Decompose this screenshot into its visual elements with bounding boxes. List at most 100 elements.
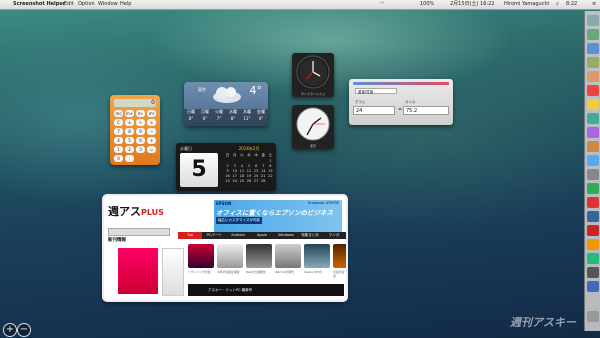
calendar-date-cell[interactable]: 21 — [260, 174, 267, 178]
calendar-date-cell[interactable]: 24 — [231, 179, 238, 183]
menu-window[interactable]: Window — [98, 0, 118, 9]
nav-tab-features[interactable]: 特集まとめ — [298, 232, 322, 239]
calendar-date-cell[interactable] — [224, 159, 231, 163]
converter-to-input[interactable]: 75.2 — [403, 106, 449, 115]
dock-app-icon[interactable] — [587, 239, 599, 250]
converter-category-select[interactable]: 重量/質量 — [355, 88, 397, 94]
dock-app-icon[interactable] — [587, 281, 599, 292]
nav-tab-pc-parts[interactable]: PCパーツ — [202, 232, 226, 239]
calendar-app-icon[interactable] — [587, 85, 599, 96]
nav-tab-android[interactable]: Android — [226, 232, 250, 239]
world-clock-widget[interactable]: 東京 — [292, 105, 334, 149]
trash-icon[interactable] — [587, 311, 599, 322]
world-clock-widget[interactable]: サンフランシスコ — [292, 53, 334, 97]
calendar-date-cell[interactable]: 23 — [224, 179, 231, 183]
site-footer-banner[interactable]: アスキー・ドットPC 最新号 — [188, 284, 344, 296]
system-preferences-icon[interactable] — [587, 169, 599, 180]
launchpad-icon[interactable] — [587, 29, 599, 40]
calc-key[interactable]: 6 — [136, 137, 145, 144]
converter-from-label[interactable]: グラム — [355, 100, 365, 105]
calendar-date-cell[interactable]: 18 — [238, 174, 245, 178]
calendar-date-cell[interactable]: 7 — [260, 164, 267, 168]
magazine-thumb-image[interactable] — [162, 248, 184, 296]
menu-option[interactable]: Option — [78, 0, 95, 9]
downloads-stack-icon[interactable] — [587, 295, 599, 306]
calc-key[interactable]: − — [147, 128, 156, 135]
calendar-date-cell[interactable]: 9 — [224, 169, 231, 173]
app-name-menu[interactable]: Screenshot Helper — [13, 0, 65, 9]
calendar-date-cell[interactable]: 1 — [267, 159, 274, 163]
calc-key[interactable]: . — [125, 155, 134, 162]
calendar-date-cell[interactable]: 14 — [260, 169, 267, 173]
notification-center-icon[interactable]: ≡ — [592, 0, 596, 9]
calendar-date-cell[interactable] — [260, 159, 267, 163]
article-thumb[interactable] — [275, 244, 301, 268]
converter-to-label[interactable]: オンス — [405, 100, 415, 105]
calc-key[interactable]: 7 — [114, 128, 123, 135]
calc-key[interactable]: C — [114, 119, 123, 126]
calendar-date-cell[interactable]: 5 — [245, 164, 252, 168]
nav-tab-windows[interactable]: Windows — [274, 232, 298, 239]
menu-help[interactable]: Help — [120, 0, 131, 9]
article-thumb[interactable] — [246, 244, 272, 268]
article-thumb[interactable] — [333, 244, 346, 268]
calendar-date-cell[interactable]: 10 — [231, 169, 238, 173]
calendar-date-cell[interactable]: 17 — [231, 174, 238, 178]
clock-text[interactable]: 2月15日(土) 16:22 — [450, 0, 494, 9]
menu-edit[interactable]: Edit — [64, 0, 74, 9]
calc-key[interactable]: mc — [114, 110, 123, 117]
weather-widget[interactable]: 東京 4° 日曜 8° 月曜 6° 火曜 7° 水曜 8° 木曜 11° 金曜 4° — [184, 82, 268, 126]
calc-key[interactable]: 8 — [125, 128, 134, 135]
site-logo[interactable]: 週アスPLUS — [108, 202, 178, 222]
article-thumb[interactable] — [217, 244, 243, 268]
calendar-date-cell[interactable] — [231, 159, 238, 163]
calendar-date-cell[interactable]: 11 — [238, 169, 245, 173]
menubar-time[interactable]: 8:22 — [566, 0, 577, 9]
calc-key[interactable]: 1 — [114, 146, 123, 153]
dock-app-icon[interactable] — [587, 183, 599, 194]
calc-key[interactable]: × — [147, 119, 156, 126]
calendar-date-cell[interactable]: 6 — [253, 164, 260, 168]
article-thumb[interactable] — [304, 244, 330, 268]
user-name[interactable]: Hiromi Yamaguchi — [504, 0, 549, 9]
calendar-date-cell[interactable]: 16 — [224, 174, 231, 178]
calc-key[interactable]: m+ — [125, 110, 134, 117]
nav-tab-manga[interactable]: マンガ — [322, 232, 346, 239]
dock-app-icon[interactable] — [587, 211, 599, 222]
calendar-date-cell[interactable] — [238, 159, 245, 163]
dock-app-icon[interactable] — [587, 197, 599, 208]
calc-key[interactable]: = — [147, 146, 156, 153]
dock-app-icon[interactable] — [587, 225, 599, 236]
calendar-date-cell[interactable]: 12 — [245, 169, 252, 173]
calc-key[interactable]: 4 — [114, 137, 123, 144]
calendar-date-cell[interactable] — [253, 159, 260, 163]
converter-from-input[interactable]: 24 — [353, 106, 395, 115]
calc-key[interactable]: 2 — [125, 146, 134, 153]
calc-key[interactable]: ÷ — [136, 119, 145, 126]
dock-app-icon[interactable] — [587, 267, 599, 278]
messages-icon[interactable] — [587, 113, 599, 124]
safari-icon[interactable] — [587, 43, 599, 54]
calendar-date-cell[interactable]: 20 — [253, 174, 260, 178]
calendar-date-cell[interactable]: 8 — [267, 164, 274, 168]
calc-key[interactable]: ± — [125, 119, 134, 126]
nav-tab-top[interactable]: Top — [178, 232, 202, 239]
calc-key[interactable]: 5 — [125, 137, 134, 144]
battery-status[interactable]: 100% — [420, 0, 434, 9]
remove-widget-button[interactable]: − — [17, 323, 31, 337]
calendar-date-cell[interactable]: 15 — [267, 169, 274, 173]
calc-key[interactable]: 0 — [114, 155, 123, 162]
itunes-icon[interactable] — [587, 127, 599, 138]
unit-converter-widget[interactable]: 重量/質量 グラム オンス 24 = 75.2 — [349, 79, 453, 125]
app-store-icon[interactable] — [587, 155, 599, 166]
mail-icon[interactable] — [587, 57, 599, 68]
calendar-date-cell[interactable]: 28 — [260, 179, 267, 183]
contacts-icon[interactable] — [587, 71, 599, 82]
nav-tab-apple[interactable]: Apple — [250, 232, 274, 239]
calendar-date-cell[interactable]: 2 — [224, 164, 231, 168]
calendar-date-cell[interactable]: 26 — [245, 179, 252, 183]
calc-key[interactable]: + — [147, 137, 156, 144]
calc-key[interactable]: mr — [147, 110, 156, 117]
dock-app-icon[interactable] — [587, 253, 599, 264]
ad-button[interactable]: 幅広いカスタマイズが可能 — [216, 217, 262, 224]
